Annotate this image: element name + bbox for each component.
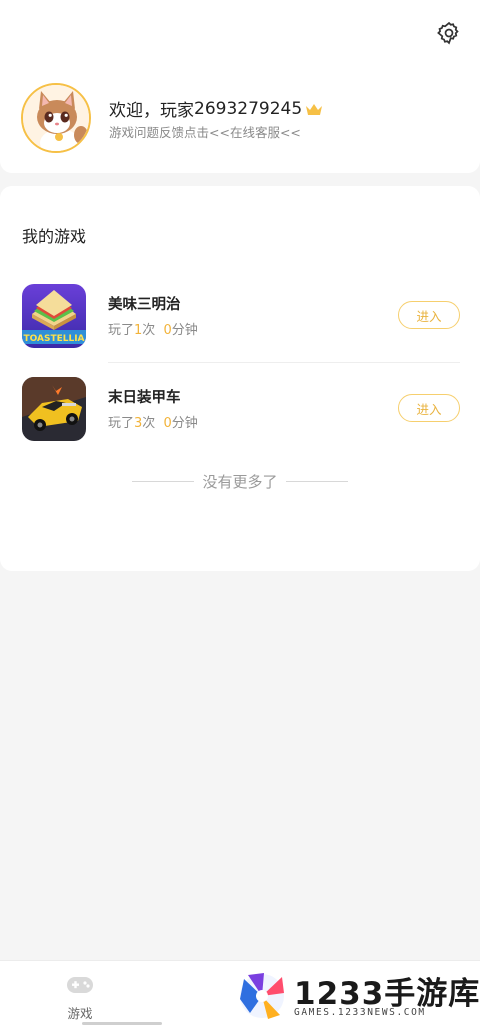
divider-line [285, 480, 348, 482]
watermark-url: GAMES.1233NEWS.COM [294, 1007, 426, 1018]
stats-prefix: 玩了 [108, 323, 135, 338]
count-unit: 次 [142, 416, 156, 431]
brand-logo-icon [238, 969, 286, 1023]
avatar[interactable] [21, 83, 91, 153]
minutes-unit: 分钟 [171, 416, 198, 431]
player-id: 2693279245 [194, 98, 303, 119]
feedback-link[interactable]: 游戏问题反馈点击<<在线客服<< [109, 122, 301, 141]
game-row[interactable]: TOASTELLIA 美味三明治 玩了1次 0分钟 进入 [0, 284, 480, 374]
minutes-unit: 分钟 [171, 323, 198, 338]
profile-header: 欢迎，玩家 2693279245 游戏问题反馈点击<<在线客服<< [0, 0, 480, 173]
watermark: 1233手游库 GAMES.1233NEWS.COM [232, 965, 480, 1027]
count-unit: 次 [142, 323, 156, 338]
tab-indicator [82, 1022, 162, 1025]
gamepad-icon [65, 977, 95, 1001]
gear-icon[interactable] [436, 20, 462, 46]
game-name: 美味三明治 [108, 297, 181, 313]
sandwich-game-icon[interactable]: TOASTELLIA [22, 284, 86, 348]
game-row[interactable]: 末日装甲车 玩了3次 0分钟 进入 [0, 377, 480, 467]
section-title: 我的游戏 [22, 227, 87, 246]
no-more-indicator: 没有更多了 [0, 471, 480, 491]
armored-car-game-icon[interactable] [22, 377, 86, 441]
divider-line [132, 480, 195, 482]
welcome-text: 欢迎，玩家 2693279245 [109, 96, 323, 121]
row-divider [108, 362, 460, 363]
game-name: 末日装甲车 [108, 390, 181, 406]
crown-icon [305, 102, 323, 116]
play-minutes: 0 [163, 416, 172, 431]
no-more-text: 没有更多了 [202, 472, 278, 491]
tab-game[interactable]: 游戏 [52, 973, 108, 1022]
stats-prefix: 玩了 [108, 416, 135, 431]
game-stats: 玩了1次 0分钟 [108, 319, 198, 338]
game-stats: 玩了3次 0分钟 [108, 412, 198, 431]
welcome-prefix: 欢迎，玩家 [109, 101, 194, 121]
svg-text:TOASTELLIA: TOASTELLIA [23, 334, 84, 344]
enter-button[interactable]: 进入 [398, 394, 460, 422]
tab-game-label: 游戏 [67, 1006, 93, 1021]
my-games-card: 我的游戏 TOASTELLIA 美味三明治 玩了1次 0分钟 进入 末日装甲车 … [0, 186, 480, 571]
enter-button[interactable]: 进入 [398, 301, 460, 329]
play-minutes: 0 [163, 323, 172, 338]
